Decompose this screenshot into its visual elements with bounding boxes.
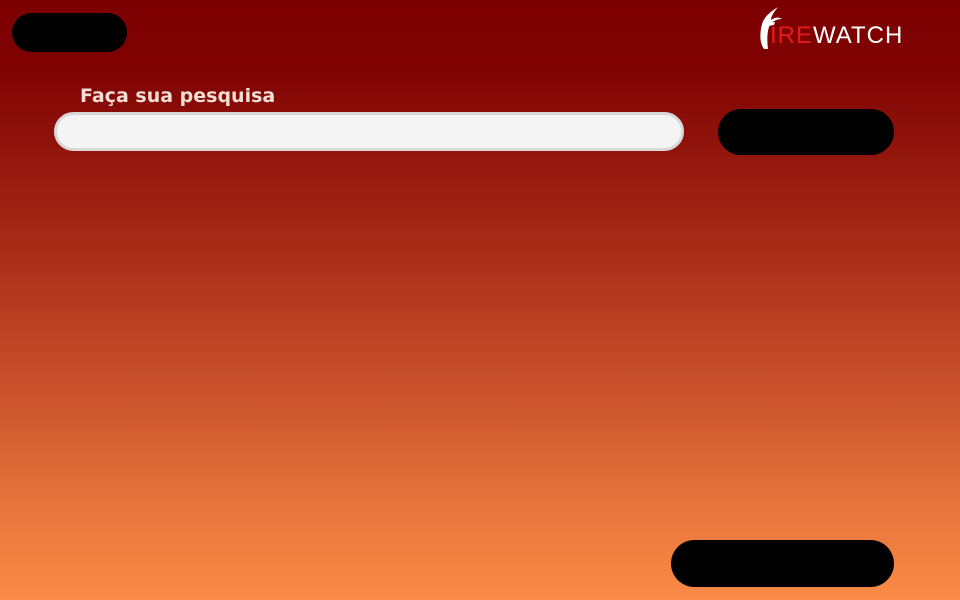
app-screen: IREWATCH Faça sua pesquisa: [0, 0, 960, 600]
firewatch-logo: IREWATCH: [756, 6, 940, 50]
top-left-button[interactable]: [12, 13, 127, 52]
logo-text-rest: WATCH: [813, 22, 904, 49]
search-label: Faça sua pesquisa: [80, 85, 276, 107]
search-input[interactable]: [54, 112, 684, 151]
logo-text: IREWATCH: [770, 24, 903, 48]
bottom-action-button[interactable]: [671, 540, 894, 587]
search-button[interactable]: [718, 109, 894, 155]
logo-text-highlight: IRE: [770, 22, 814, 49]
